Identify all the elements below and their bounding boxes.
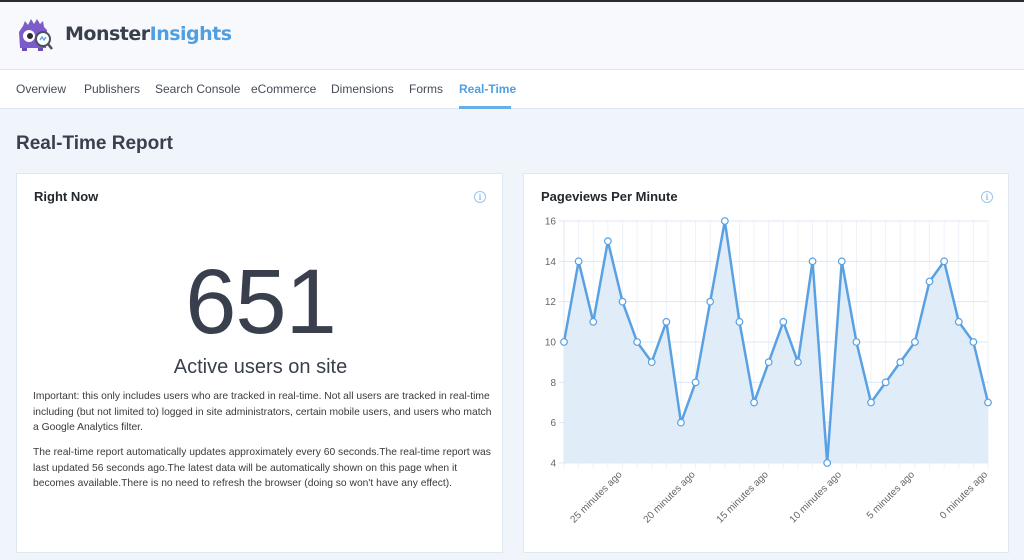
pageviews-card: Pageviews Per Minute i 4 6 8 10 12 14 16 25 min… xyxy=(523,173,1009,553)
tracking-note: Important: this only includes users who … xyxy=(33,391,492,433)
tab-publishers[interactable]: Publishers xyxy=(84,82,140,96)
active-tab-indicator xyxy=(459,106,511,109)
y-tick-label: 4 xyxy=(550,459,556,470)
y-tick-label: 14 xyxy=(545,257,557,268)
data-point xyxy=(779,317,788,326)
data-point xyxy=(691,378,700,387)
data-point xyxy=(896,358,905,367)
y-tick-label: 10 xyxy=(545,338,557,349)
data-point xyxy=(750,398,758,407)
y-tick-label: 16 xyxy=(545,217,557,228)
data-point xyxy=(589,317,598,326)
x-tick-label: 20 minutes ago xyxy=(642,469,698,525)
tab-overview[interactable]: Overview xyxy=(16,82,66,96)
data-point xyxy=(852,338,861,346)
brand-logo-text: MonsterInsights xyxy=(65,23,232,45)
brand-name-part2: Insights xyxy=(149,23,232,45)
data-point xyxy=(867,398,875,407)
data-point xyxy=(560,338,568,346)
data-point xyxy=(647,358,656,367)
data-point xyxy=(574,257,583,266)
report-tabs: Overview Publishers Search Console eComm… xyxy=(0,70,1024,109)
data-point xyxy=(794,358,802,367)
data-point xyxy=(925,277,934,286)
data-point xyxy=(823,459,832,467)
x-tick-label: 10 minutes ago xyxy=(788,469,844,525)
data-point xyxy=(618,297,627,306)
data-point xyxy=(662,317,671,326)
page-title: Real-Time Report xyxy=(16,133,173,154)
x-tick-label: 5 minutes ago xyxy=(865,469,918,522)
data-point xyxy=(940,257,949,266)
active-users-count: 651 xyxy=(185,251,337,353)
data-point xyxy=(910,338,919,346)
data-point xyxy=(969,338,978,346)
update-note: The real-time report automatically updat… xyxy=(33,447,491,489)
app-header: MonsterInsights xyxy=(0,2,1024,70)
data-point xyxy=(633,338,642,346)
data-point xyxy=(706,297,715,306)
x-tick-label: 15 minutes ago xyxy=(715,469,771,525)
data-point xyxy=(735,317,744,326)
y-tick-label: 8 xyxy=(550,378,556,389)
info-icon[interactable]: i xyxy=(474,191,486,203)
x-tick-label: 25 minutes ago xyxy=(568,469,624,525)
data-point xyxy=(954,317,963,326)
active-users-label: Active users on site xyxy=(173,356,348,378)
tab-search-console[interactable]: Search Console xyxy=(155,82,240,96)
tab-ecommerce[interactable]: eCommerce xyxy=(251,82,316,96)
data-point xyxy=(984,398,992,407)
data-point xyxy=(881,378,890,387)
data-point xyxy=(837,257,846,266)
data-point xyxy=(677,418,685,427)
tab-real-time[interactable]: Real-Time xyxy=(459,82,516,96)
right-now-card: Right Now i 651 Active users on site Imp… xyxy=(16,173,503,553)
tab-forms[interactable]: Forms xyxy=(409,82,443,96)
brand-name-part1: Monster xyxy=(65,23,150,45)
y-tick-label: 6 xyxy=(550,418,556,429)
data-point xyxy=(720,217,729,225)
tab-dimensions[interactable]: Dimensions xyxy=(331,82,394,96)
data-point xyxy=(603,237,612,246)
data-point xyxy=(808,257,817,266)
pageviews-chart: 4 6 8 10 12 14 16 25 minutes ago 20 minutes ago 1… xyxy=(545,217,992,525)
right-now-title: Right Now xyxy=(34,189,99,204)
y-tick-label: 12 xyxy=(545,297,557,308)
x-tick-label: 0 minutes ago xyxy=(938,469,991,522)
monster-logo-icon xyxy=(19,19,53,51)
data-point xyxy=(764,358,773,367)
